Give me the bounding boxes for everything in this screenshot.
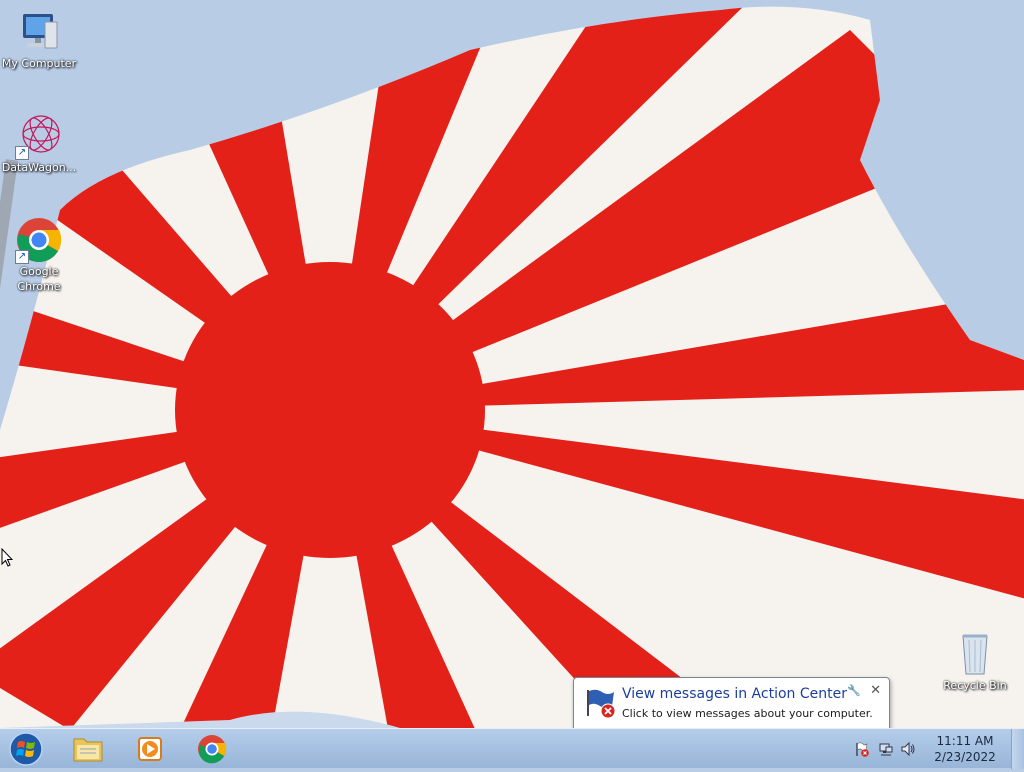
desktop-icon-google-chrome[interactable]: ↗ Google Chrome: [0, 216, 78, 294]
taskbar-media-player-button[interactable]: [124, 731, 176, 767]
network-icon[interactable]: [878, 741, 894, 757]
desktop[interactable]: My Computer ↗ DataWagon... ↗ Google Chro…: [0, 0, 1024, 728]
windows-logo-icon: [9, 732, 43, 766]
notification-options-icon[interactable]: 🔧: [847, 684, 861, 697]
action-center-flag-icon: [587, 689, 616, 719]
desktop-icon-label: Google Chrome: [17, 265, 61, 293]
system-tray: 11:11 AM 2/23/2022: [854, 729, 1024, 769]
taskbar-explorer-button[interactable]: [62, 731, 114, 767]
folder-icon: [73, 738, 103, 762]
wallpaper-rising-sun-flag: [0, 0, 1024, 728]
recycle-bin-icon: [951, 630, 999, 678]
desktop-icon-label: Recycle Bin: [943, 679, 1007, 692]
taskbar: 11:11 AM 2/23/2022: [0, 728, 1024, 769]
desktop-icon-datawagon[interactable]: ↗ DataWagon...: [0, 112, 78, 175]
chrome-icon: ↗: [15, 216, 63, 264]
shortcut-arrow-icon: ↗: [15, 250, 29, 264]
clock[interactable]: 11:11 AM 2/23/2022: [930, 733, 1000, 765]
start-button[interactable]: [6, 730, 46, 768]
desktop-icon-my-computer[interactable]: My Computer: [0, 8, 78, 71]
computer-icon: [15, 8, 63, 56]
volume-icon[interactable]: [900, 741, 916, 757]
datawagon-icon: ↗: [15, 112, 63, 160]
clock-time: 11:11 AM: [936, 734, 994, 748]
chrome-icon: [198, 735, 227, 764]
media-player-icon: [138, 737, 162, 761]
clock-date: 2/23/2022: [934, 750, 996, 764]
notification-message: Click to view messages about your comput…: [622, 707, 873, 720]
action-center-flag-icon[interactable]: [854, 741, 870, 757]
desktop-icon-label: DataWagon...: [1, 161, 77, 174]
desktop-icon-recycle-bin[interactable]: Recycle Bin: [936, 630, 1014, 693]
mouse-cursor-icon: [1, 548, 13, 567]
desktop-icon-label: My Computer: [1, 57, 77, 70]
shortcut-arrow-icon: ↗: [15, 146, 29, 160]
notification-title[interactable]: View messages in Action Center: [622, 686, 847, 702]
action-center-notification[interactable]: View messages in Action Center Click to …: [573, 677, 890, 728]
show-desktop-button[interactable]: [1011, 729, 1024, 769]
close-icon[interactable]: ✕: [870, 683, 881, 698]
taskbar-chrome-button[interactable]: [186, 731, 238, 767]
